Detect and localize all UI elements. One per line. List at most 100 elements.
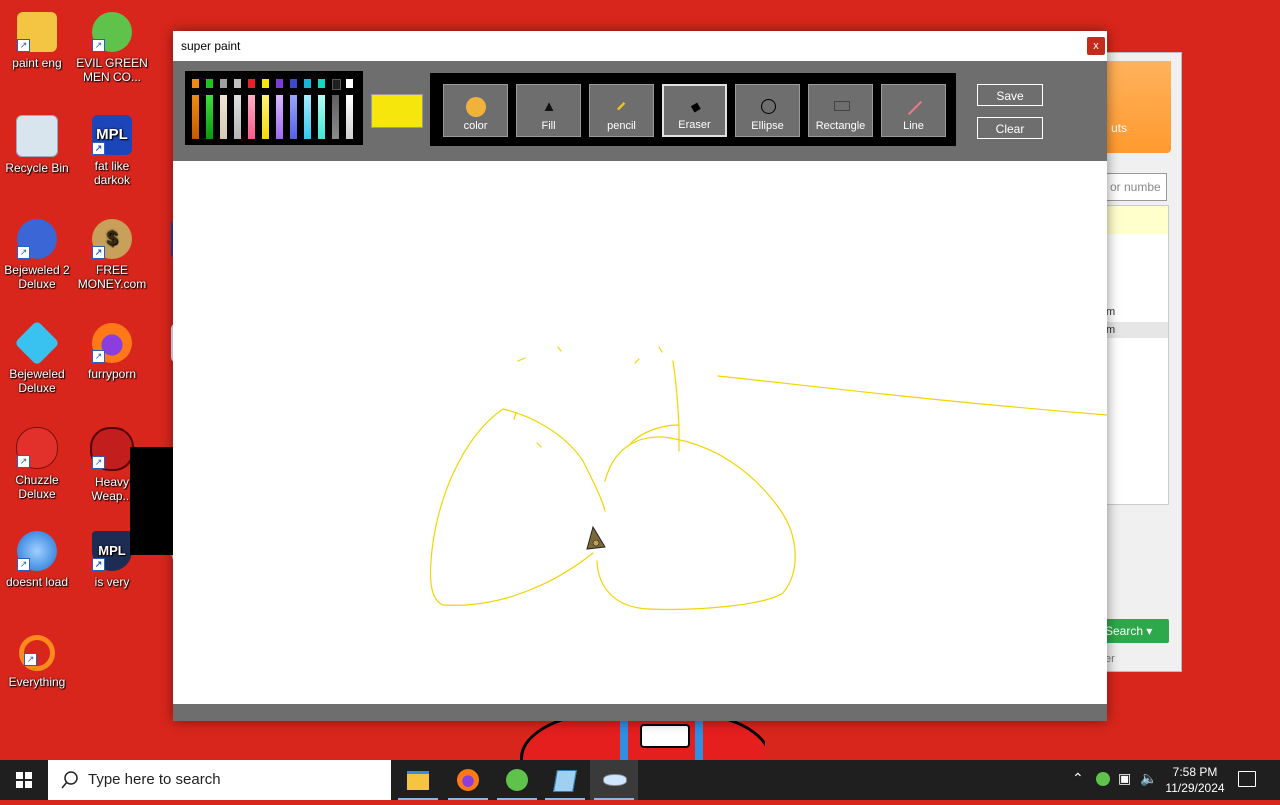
palette-swatch[interactable] bbox=[262, 79, 269, 88]
palette-swatch[interactable] bbox=[248, 95, 255, 139]
background-list-item[interactable]: m bbox=[1106, 322, 1168, 338]
shortcut-arrow-icon: ↗ bbox=[24, 653, 37, 666]
background-window-header-text: uts bbox=[1111, 121, 1128, 135]
notification-icon[interactable] bbox=[1238, 771, 1256, 787]
background-search-field[interactable]: or numbe bbox=[1105, 173, 1167, 201]
palette-swatch[interactable] bbox=[318, 79, 325, 88]
tool-color-button[interactable]: color bbox=[443, 84, 508, 137]
desktop-icon-fat-like-darkok[interactable]: MPL ↗ fat like darkok bbox=[75, 115, 149, 187]
shortcut-arrow-icon: ↗ bbox=[17, 39, 30, 52]
desktop-icon-everything[interactable]: ↗ Everything bbox=[0, 635, 74, 689]
taskbar-clock[interactable]: 7:58 PM 11/29/2024 bbox=[1158, 764, 1232, 796]
palette-swatch[interactable] bbox=[290, 95, 297, 139]
color-palette bbox=[185, 71, 363, 145]
clear-button[interactable]: Clear bbox=[977, 117, 1043, 139]
wallpaper-character bbox=[520, 716, 765, 760]
tool-pencil-button[interactable]: ━ pencil bbox=[589, 84, 654, 137]
palette-swatch[interactable] bbox=[332, 79, 341, 90]
desktop-icon-bejeweled[interactable]: Bejeweled Deluxe bbox=[0, 320, 74, 395]
taskbar-search-box[interactable]: Type here to search bbox=[48, 760, 391, 800]
start-button[interactable] bbox=[0, 760, 48, 800]
desktop-icon-evil-green-men[interactable]: ↗ EVIL GREEN MEN CO... bbox=[75, 12, 149, 84]
palette-swatch[interactable] bbox=[318, 95, 325, 139]
notepad-icon bbox=[553, 770, 577, 792]
desktop-icon-doesnt-load[interactable]: ↗ doesnt load bbox=[0, 531, 74, 589]
palette-swatch[interactable] bbox=[304, 95, 311, 139]
desktop-icon-label: paint eng bbox=[12, 56, 62, 70]
palette-swatch[interactable] bbox=[220, 95, 227, 139]
tool-label: Eraser bbox=[678, 119, 711, 131]
desktop-icon-chuzzle[interactable]: ↗ Chuzzle Deluxe bbox=[0, 427, 74, 501]
desktop-icon-label: fat like darkok bbox=[93, 159, 131, 187]
shortcut-arrow-icon: ↗ bbox=[17, 558, 30, 571]
palette-swatch[interactable] bbox=[206, 79, 213, 88]
palette-swatch[interactable] bbox=[332, 95, 339, 139]
tool-label: color bbox=[463, 120, 488, 132]
close-button[interactable]: x bbox=[1087, 37, 1105, 55]
shortcut-arrow-icon: ↗ bbox=[92, 246, 105, 259]
palette-swatch[interactable] bbox=[262, 95, 269, 139]
search-icon bbox=[61, 771, 78, 789]
palette-swatch[interactable] bbox=[276, 95, 283, 139]
palette-swatch[interactable] bbox=[346, 79, 353, 88]
desktop-icon-free-money[interactable]: $ ↗ FREE MONEY.com bbox=[75, 219, 149, 291]
desktop-icon-paint-eng[interactable]: ↗ paint eng bbox=[0, 12, 74, 70]
desktop-icon-notepad[interactable]: No bbox=[154, 323, 174, 381]
desktop-icon-label: Bejeweled 2 Deluxe bbox=[4, 263, 70, 291]
palette-swatch[interactable] bbox=[290, 79, 297, 88]
yellow-stroke bbox=[502, 408, 606, 512]
taskbar-app-super-paint[interactable] bbox=[590, 760, 638, 800]
palette-swatch[interactable] bbox=[276, 79, 283, 88]
palette-swatch[interactable] bbox=[234, 79, 241, 88]
taskbar-app-notepad[interactable] bbox=[541, 760, 589, 800]
palette-swatch[interactable] bbox=[192, 95, 199, 139]
diamond-icon bbox=[14, 320, 60, 366]
file-explorer-icon bbox=[407, 771, 429, 790]
background-window: uts or numbe m m Search ▾ er bbox=[1100, 52, 1182, 672]
background-search-button[interactable]: Search ▾ bbox=[1105, 619, 1169, 643]
desktop-icon-furryporn[interactable]: ↗ furryporn bbox=[75, 323, 149, 381]
save-button[interactable]: Save bbox=[977, 84, 1043, 106]
background-list: m m bbox=[1105, 205, 1169, 505]
desktop-icon-label: Recycle Bin bbox=[5, 161, 69, 175]
network-icon[interactable]: ▣ bbox=[1118, 770, 1131, 787]
desktop-icon-recycle-bin[interactable]: Recycle Bin bbox=[0, 115, 74, 175]
palette-icon bbox=[466, 97, 486, 117]
money-bag-icon: $ ↗ bbox=[92, 219, 132, 259]
chevron-up-icon[interactable]: ⌃ bbox=[1072, 770, 1084, 787]
mpl-logo-icon: MPL ↗ bbox=[92, 115, 132, 155]
taskbar-search-placeholder: Type here to search bbox=[88, 771, 221, 788]
desktop-icon-bejeweled-2[interactable]: ↗ Bejeweled 2 Deluxe bbox=[0, 219, 74, 291]
current-color-swatch bbox=[371, 94, 423, 128]
palette-swatch[interactable] bbox=[234, 95, 241, 139]
tool-ellipse-button[interactable]: Ellipse bbox=[735, 84, 800, 137]
tool-fill-button[interactable]: ▲ Fill bbox=[516, 84, 581, 137]
line-icon bbox=[907, 100, 923, 116]
title-bar[interactable]: super paint x bbox=[173, 31, 1107, 61]
super-paint-window: super paint x color ▲ Fill ━ pencil ■ Er… bbox=[173, 31, 1107, 721]
palette-swatch[interactable] bbox=[220, 79, 227, 88]
eraser-cursor bbox=[586, 525, 606, 550]
tool-line-button[interactable]: Line bbox=[881, 84, 946, 137]
palette-swatch[interactable] bbox=[248, 79, 255, 88]
palette-swatch[interactable] bbox=[346, 95, 353, 139]
taskbar-app-file-explorer[interactable] bbox=[394, 760, 442, 800]
taskbar-app-messenger[interactable] bbox=[493, 760, 541, 800]
background-search-button-label: Search bbox=[1105, 624, 1144, 638]
palette-swatch[interactable] bbox=[304, 79, 311, 88]
tool-eraser-button[interactable]: ■ Eraser bbox=[662, 84, 727, 137]
desktop-icon-label: furryporn bbox=[87, 367, 137, 381]
desktop-icon-label: Bejeweled Deluxe bbox=[9, 367, 65, 395]
tool-bar: color ▲ Fill ━ pencil ■ Eraser Ellipse R… bbox=[430, 73, 956, 146]
drawing-canvas[interactable] bbox=[173, 161, 1107, 704]
palette-swatch[interactable] bbox=[192, 79, 199, 88]
desktop-icon-label: Everything bbox=[8, 675, 66, 689]
palette-swatch[interactable] bbox=[206, 95, 213, 139]
taskbar-app-firefox[interactable] bbox=[444, 760, 492, 800]
messenger-tray-icon[interactable] bbox=[1096, 772, 1110, 786]
desktop-icon-ne[interactable]: ne bbox=[154, 219, 174, 277]
tool-rectangle-button[interactable]: Rectangle bbox=[808, 84, 873, 137]
background-list-header bbox=[1106, 206, 1168, 234]
background-list-item[interactable]: m bbox=[1106, 304, 1168, 322]
volume-icon[interactable]: 🔈 bbox=[1140, 770, 1157, 787]
